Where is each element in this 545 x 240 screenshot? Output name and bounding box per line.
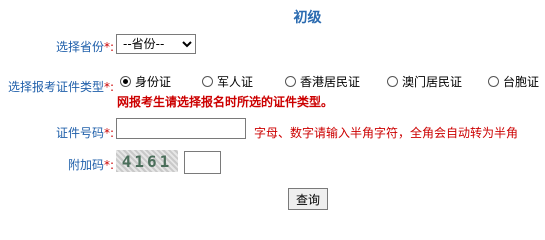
- radio-button[interactable]: [202, 76, 213, 87]
- province-label: 选择省份*:: [20, 38, 114, 55]
- captcha-text: 4161: [121, 151, 173, 171]
- province-label-text: 选择省份: [55, 40, 104, 54]
- required-mark: *:: [103, 80, 114, 94]
- id-number-label-text: 证件号码: [55, 126, 104, 140]
- radio-label: 香港居民证: [300, 75, 361, 89]
- required-mark: *:: [103, 158, 114, 172]
- id-type-label: 选择报考证件类型*:: [0, 78, 114, 95]
- radio-label: 台胞证: [503, 75, 540, 89]
- id-number-input[interactable]: [116, 118, 246, 139]
- radio-label: 身份证: [135, 75, 172, 89]
- radio-button[interactable]: [387, 76, 398, 87]
- page-title: 初级: [293, 10, 322, 26]
- captcha-image: 4161: [116, 150, 178, 172]
- radio-military-card[interactable]: 军人证: [202, 73, 285, 90]
- captcha-label-text: 附加码: [67, 158, 104, 172]
- radio-macau-card[interactable]: 澳门居民证: [387, 73, 488, 90]
- id-type-radio-group: 身份证 军人证 香港居民证 澳门居民证 台胞证: [120, 73, 539, 90]
- radio-label: 军人证: [217, 75, 254, 89]
- province-select[interactable]: --省份--: [116, 34, 196, 54]
- radio-button-selected[interactable]: [120, 76, 131, 87]
- captcha-label: 附加码*:: [20, 156, 114, 173]
- captcha-input[interactable]: [184, 151, 221, 174]
- id-number-hint: 字母、数字请输入半角字符，全角会自动转为半角: [254, 126, 519, 140]
- radio-button[interactable]: [285, 76, 296, 87]
- id-number-label: 证件号码*:: [20, 124, 114, 141]
- radio-label: 澳门居民证: [402, 75, 463, 89]
- radio-hongkong-card[interactable]: 香港居民证: [285, 73, 387, 90]
- id-type-warning: 网报考生请选择报名时所选的证件类型。: [117, 95, 334, 109]
- radio-id-card[interactable]: 身份证: [120, 73, 202, 90]
- required-mark: *:: [103, 126, 114, 140]
- radio-taiwan-card[interactable]: 台胞证: [488, 73, 539, 90]
- required-mark: *:: [103, 40, 114, 54]
- query-button[interactable]: 查询: [288, 188, 328, 210]
- radio-button[interactable]: [488, 76, 499, 87]
- id-type-label-text: 选择报考证件类型: [7, 80, 104, 94]
